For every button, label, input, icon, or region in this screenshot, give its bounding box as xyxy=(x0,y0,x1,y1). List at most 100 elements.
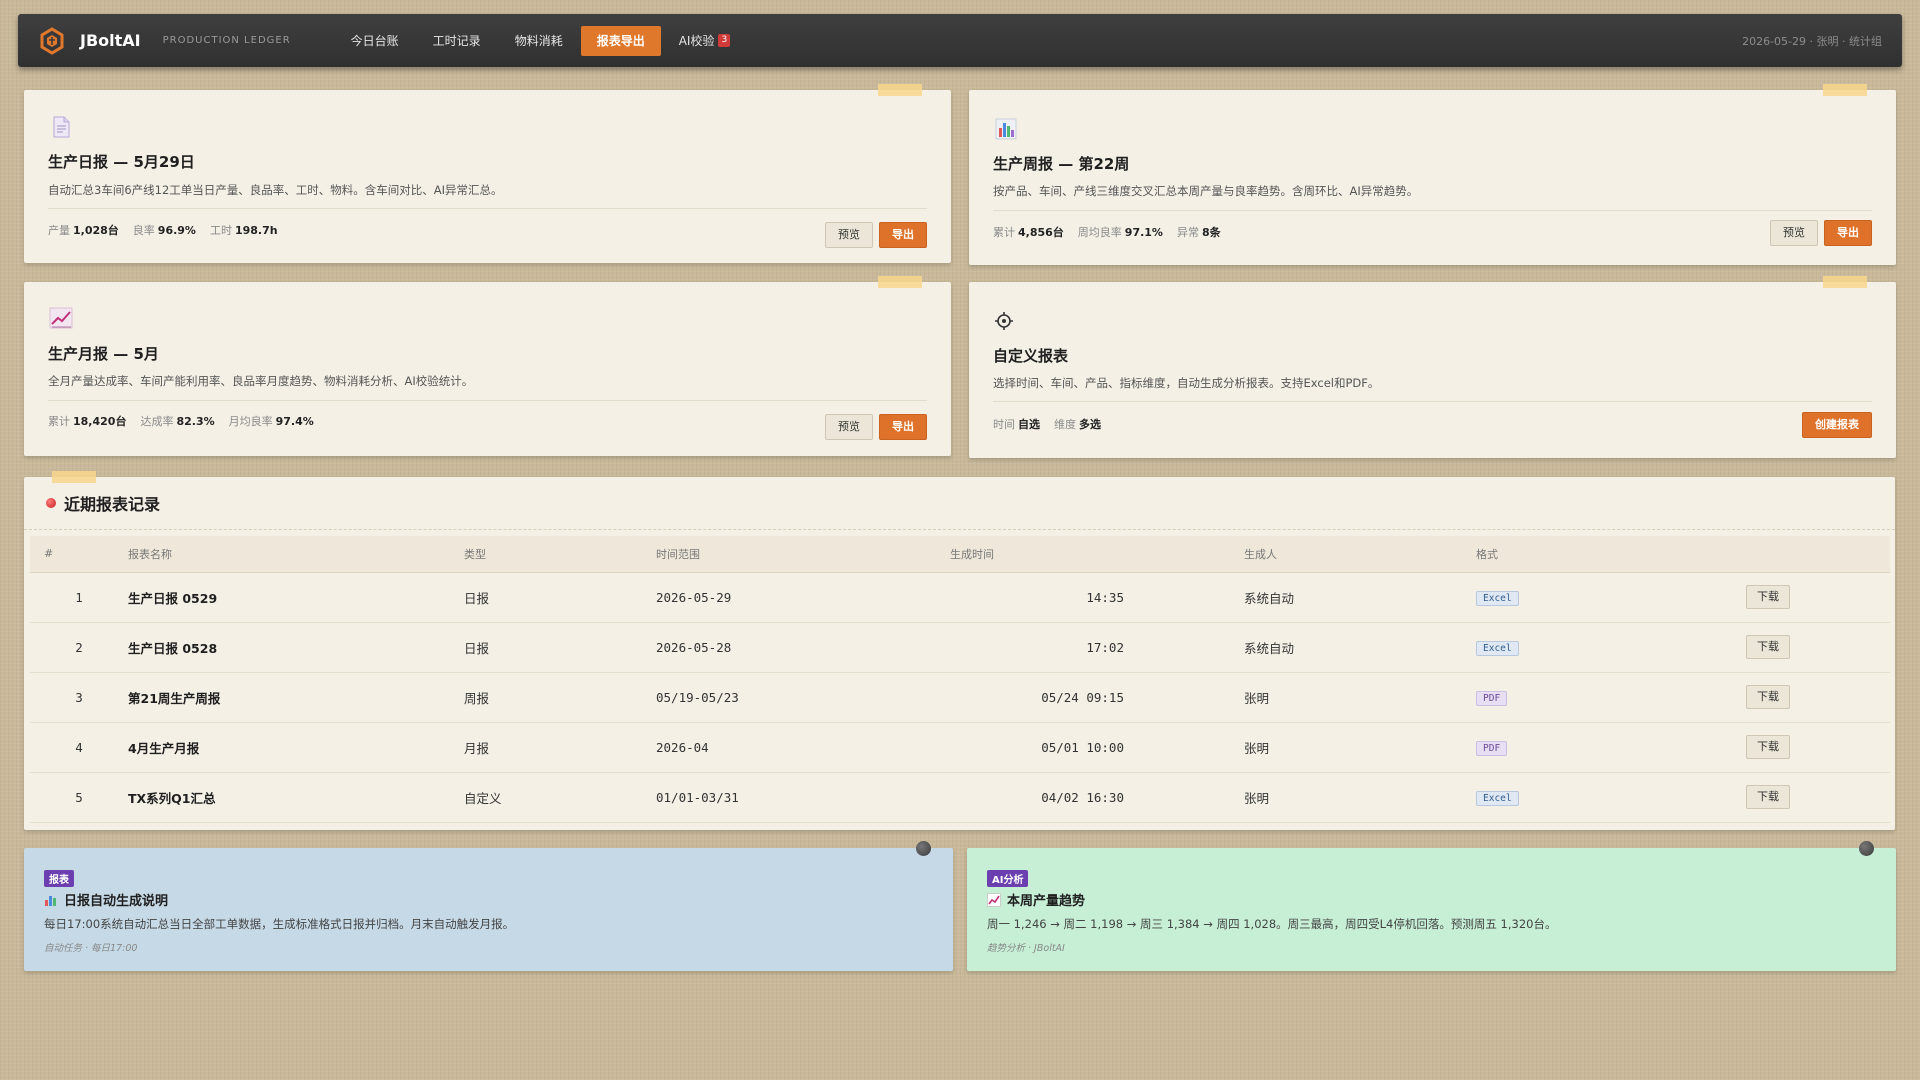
card-description: 自动汇总3车间6产线12工单当日产量、良品率、工时、物料。含车间对比、AI异常汇… xyxy=(48,183,503,197)
card-title: 生产周报 — 第22周 xyxy=(993,155,1130,173)
note-footer: 自动任务 · 每日17:00 xyxy=(44,943,138,954)
cell-index: 4 xyxy=(30,722,128,773)
table-row: 2 生产日报 0528 日报 2026-05-28 17:02 系统自动 Exc… xyxy=(30,622,1890,673)
weekly-report-card: 生产周报 — 第22周 按产品、车间、产线三维度交叉汇总本周产量与良率趋势。含周… xyxy=(969,84,1896,265)
main-nav: 今日台账 工时记录 物料消耗 报表导出 AI校验 3 xyxy=(335,25,749,56)
download-button[interactable]: 下载 xyxy=(1746,685,1790,709)
nav-label: 物料消耗 xyxy=(514,33,563,48)
stat-label: 异常 xyxy=(1176,226,1199,239)
records-header: 近期报表记录 xyxy=(24,477,1895,530)
cell-type: 日报 xyxy=(464,622,656,673)
stat-output: 产量 1,028台 xyxy=(48,222,119,238)
stat-achievement: 达成率 82.3% xyxy=(140,413,214,429)
stat-value: 多选 xyxy=(1079,418,1101,431)
cell-index: 3 xyxy=(30,672,128,723)
download-button[interactable]: 下载 xyxy=(1746,785,1790,809)
note-title-text: 本周产量趋势 xyxy=(1007,894,1086,909)
nav-report-export[interactable]: 报表导出 xyxy=(580,25,661,56)
nav-label: 报表导出 xyxy=(596,33,645,48)
stat-value: 18,420台 xyxy=(73,415,127,428)
bar-chart-icon xyxy=(993,116,1019,142)
cell-type: 周报 xyxy=(464,672,656,723)
cell-by: 系统自动 xyxy=(1244,572,1476,623)
note-badge: AI分析 xyxy=(987,870,1029,887)
card-stats: 时间 自选 维度 多选 xyxy=(993,416,1115,432)
card-description: 按产品、车间、产线三维度交叉汇总本周产量与良率趋势。含周环比、AI异常趋势。 xyxy=(993,184,1419,198)
stat-value: 4,856台 xyxy=(1018,226,1064,239)
stat-dimension: 维度 多选 xyxy=(1054,416,1101,432)
cell-format: Excel xyxy=(1476,772,1746,823)
pin-icon xyxy=(916,841,931,856)
note-text: 每日17:00系统自动汇总当日全部工单数据，生成标准格式日报并归档。月末自动触发… xyxy=(44,917,515,931)
download-button[interactable]: 下载 xyxy=(1746,735,1790,759)
custom-report-card: 自定义报表 选择时间、车间、产品、指标维度，自动生成分析报表。支持Excel和P… xyxy=(969,276,1896,458)
stat-label: 月均良率 xyxy=(228,415,273,428)
note-weekly-trend: AI分析 本周产量趋势 周一 1,246 → 周二 1,198 → 周三 1,3… xyxy=(967,841,1896,971)
stat-label: 累计 xyxy=(48,415,70,428)
cell-time: 05/01 10:00 xyxy=(950,722,1244,773)
stat-label: 达成率 xyxy=(140,415,174,428)
preview-button[interactable]: 预览 xyxy=(825,222,873,248)
download-button[interactable]: 下载 xyxy=(1746,635,1790,659)
stat-label: 良率 xyxy=(132,224,155,237)
stat-monthly-yield: 月均良率 97.4% xyxy=(229,413,314,429)
card-description: 选择时间、车间、产品、指标维度，自动生成分析报表。支持Excel和PDF。 xyxy=(993,376,1380,390)
nav-label: 今日台账 xyxy=(350,33,399,48)
card-stats: 累计 18,420台 达成率 82.3% 月均良率 97.4% xyxy=(48,413,328,429)
export-button[interactable]: 导出 xyxy=(879,414,927,440)
create-report-button[interactable]: 创建报表 xyxy=(1802,412,1872,438)
nav-work-hours[interactable]: 工时记录 xyxy=(417,26,497,56)
stat-value: 1,028台 xyxy=(73,224,119,237)
cell-type: 自定义 xyxy=(464,772,656,823)
col-action xyxy=(1746,536,1890,573)
format-badge: Excel xyxy=(1476,590,1519,606)
divider xyxy=(993,401,1872,402)
table-header-row: # 报表名称 类型 时间范围 生成时间 生成人 格式 xyxy=(30,536,1890,573)
col-type: 类型 xyxy=(464,536,656,573)
cell-range: 2026-05-28 xyxy=(656,622,950,673)
stat-value: 96.9% xyxy=(157,224,196,237)
download-button[interactable]: 下载 xyxy=(1746,585,1790,609)
brand-subtitle: PRODUCTION LEDGER xyxy=(162,35,291,46)
stat-anomaly: 异常 8条 xyxy=(1177,224,1221,240)
tape-decoration xyxy=(1823,84,1867,96)
nav-material[interactable]: 物料消耗 xyxy=(499,26,579,56)
stat-total: 累计 4,856台 xyxy=(993,224,1064,240)
cell-name: 生产日报 0529 xyxy=(128,572,464,623)
cell-action: 下载 xyxy=(1746,722,1890,773)
card-stats: 产量 1,028台 良率 96.9% 工时 198.7h xyxy=(48,222,292,238)
note-title: 本周产量趋势 xyxy=(987,890,1085,909)
cell-name: 第21周生产周报 xyxy=(128,672,464,723)
table-row: 3 第21周生产周报 周报 05/19-05/23 05/24 09:15 张明… xyxy=(30,672,1890,723)
note-title-text: 日报自动生成说明 xyxy=(64,894,169,909)
export-button[interactable]: 导出 xyxy=(879,222,927,248)
preview-button[interactable]: 预览 xyxy=(1770,220,1818,246)
records-table: # 报表名称 类型 时间范围 生成时间 生成人 格式 1 生产日报 0529 日… xyxy=(30,536,1890,823)
cell-format: PDF xyxy=(1476,722,1746,773)
col-name: 报表名称 xyxy=(128,536,464,573)
stat-value: 97.1% xyxy=(1124,226,1163,239)
nav-ai-check[interactable]: AI校验 3 xyxy=(663,26,746,56)
note-text: 周一 1,246 → 周二 1,198 → 周三 1,384 → 周四 1,02… xyxy=(987,917,1557,931)
cell-time: 14:35 xyxy=(950,572,1244,623)
stat-value: 自选 xyxy=(1018,418,1040,431)
stat-label: 工时 xyxy=(209,224,232,237)
preview-button[interactable]: 预览 xyxy=(825,414,873,440)
cell-time: 05/24 09:15 xyxy=(950,672,1244,723)
cell-name: 4月生产月报 xyxy=(128,722,464,773)
user-info: 2026-05-29 · 张明 · 统计组 xyxy=(1742,34,1882,48)
format-badge: PDF xyxy=(1476,740,1508,756)
cell-index: 2 xyxy=(30,622,128,673)
note-footer: 趋势分析 · JBoltAI xyxy=(987,943,1065,954)
stat-label: 累计 xyxy=(993,226,1015,239)
stat-total: 累计 18,420台 xyxy=(48,413,126,429)
stat-weekly-yield: 周均良率 97.1% xyxy=(1078,224,1163,240)
cell-range: 05/19-05/23 xyxy=(656,672,950,723)
cell-format: PDF xyxy=(1476,672,1746,723)
monthly-report-card: 生产月报 — 5月 全月产量达成率、车间产能利用率、良品率月度趋势、物料消耗分析… xyxy=(24,276,951,456)
cell-range: 2026-05-29 xyxy=(656,572,950,623)
ai-check-count-badge: 3 xyxy=(718,34,731,47)
export-button[interactable]: 导出 xyxy=(1824,220,1872,246)
col-generated-by: 生成人 xyxy=(1244,536,1476,573)
nav-today-ledger[interactable]: 今日台账 xyxy=(335,26,415,56)
